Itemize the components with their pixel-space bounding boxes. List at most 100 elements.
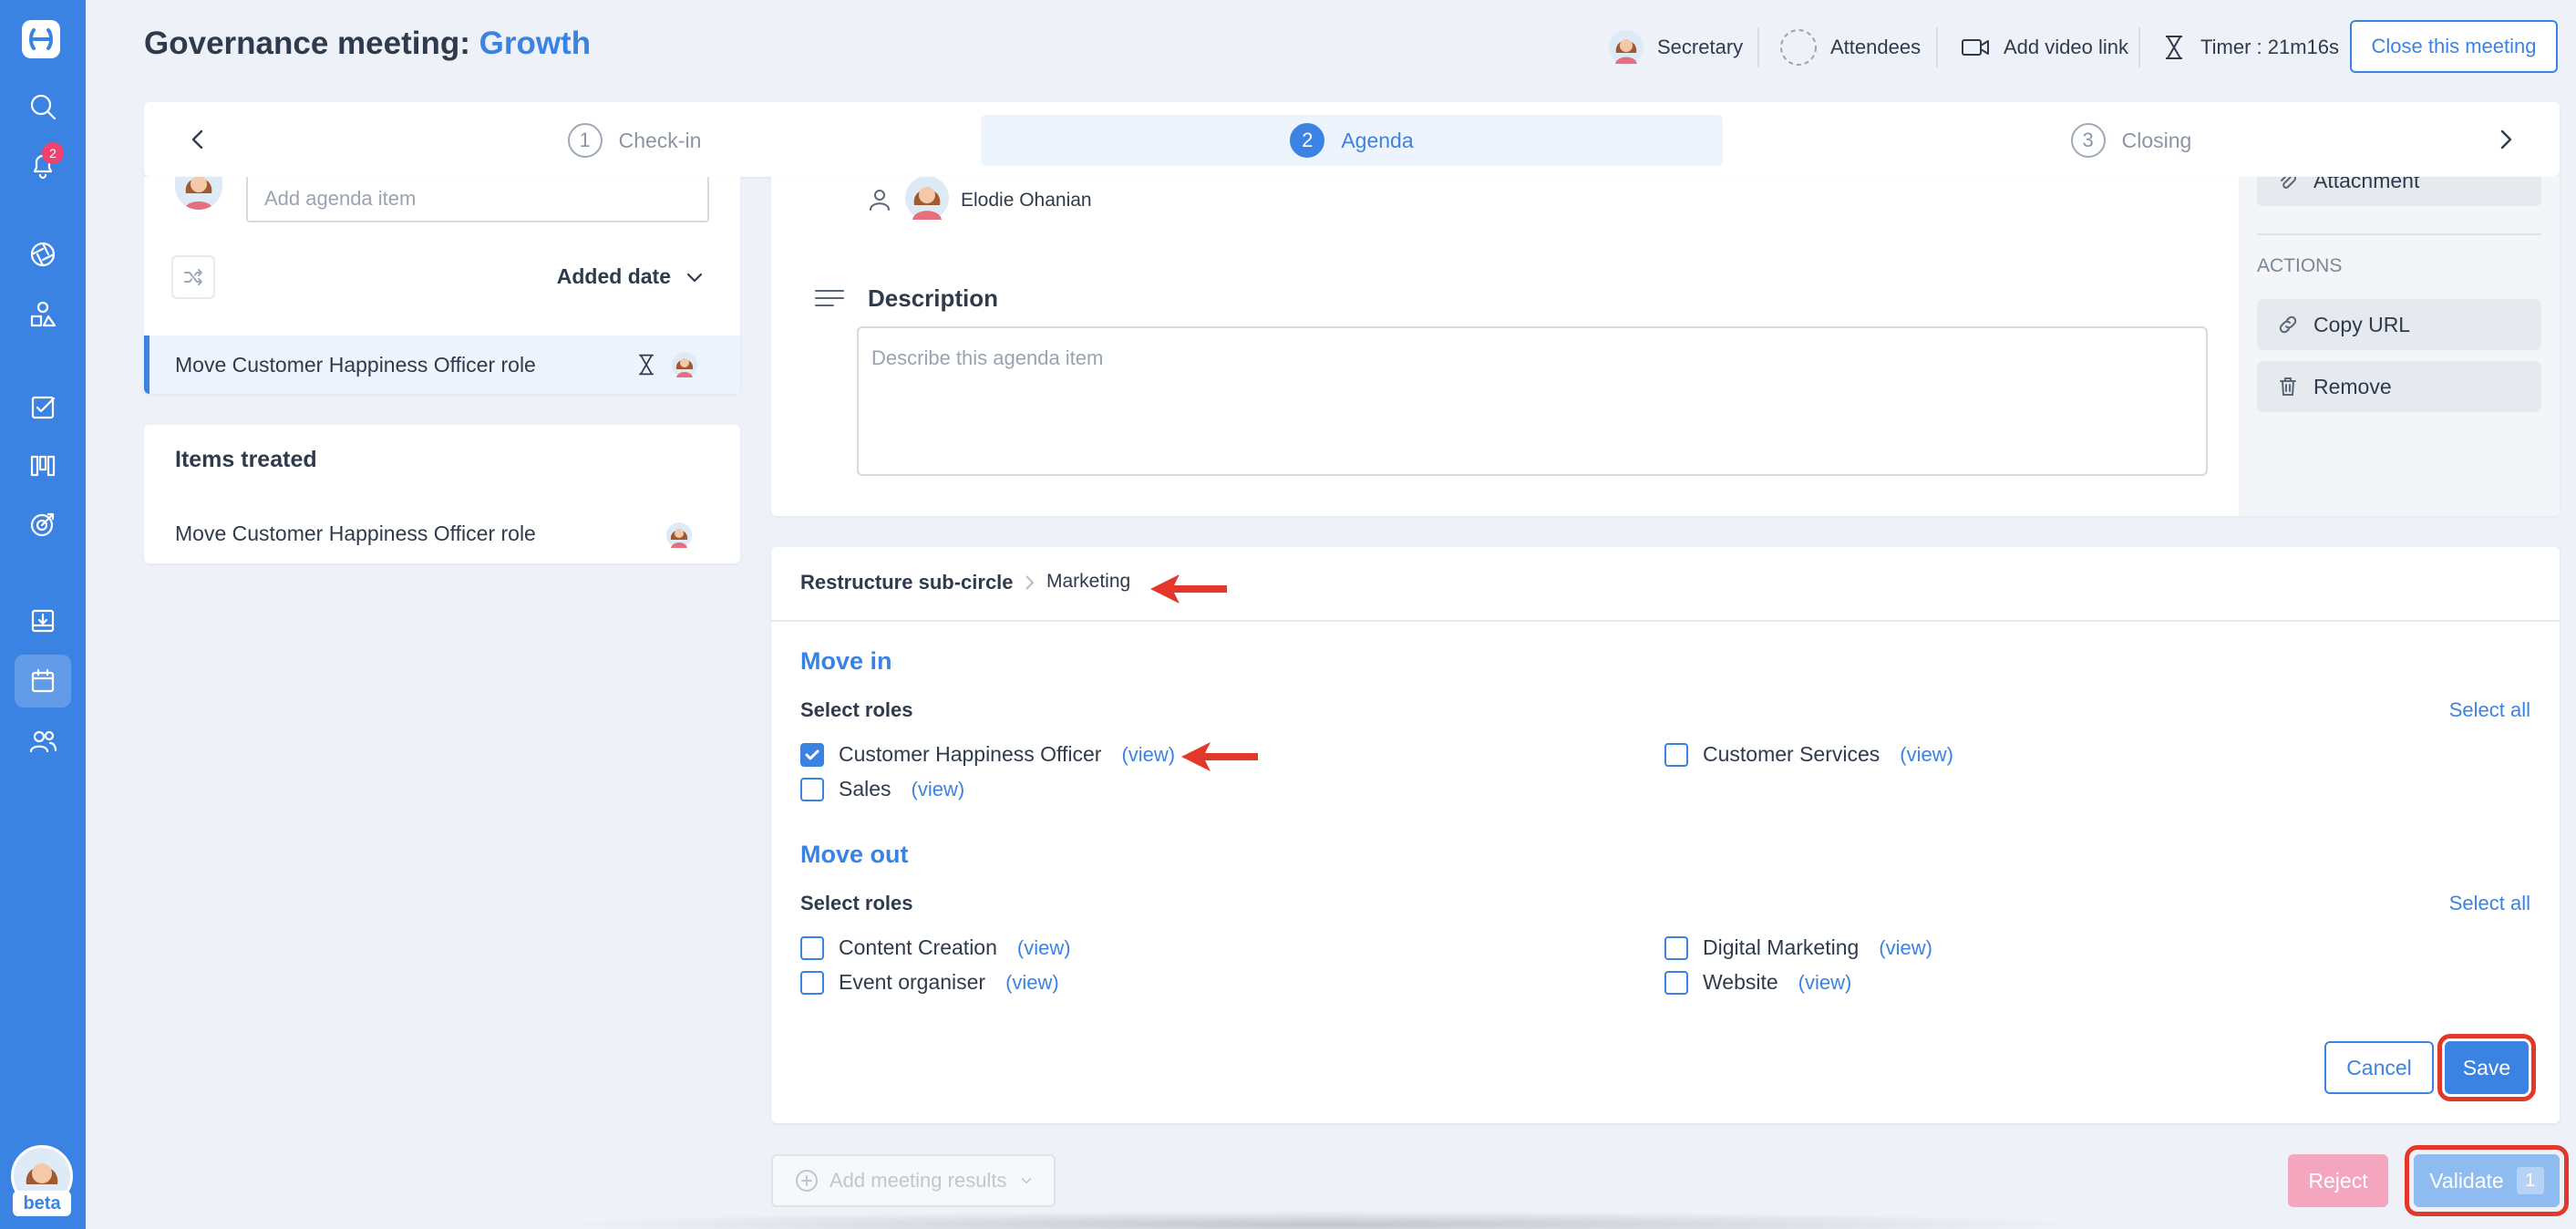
remove-label: Remove [2313,374,2392,398]
step-checkin[interactable]: 1 Check-in [525,115,744,166]
page-title: Governance meeting: Growth [144,26,591,62]
description-title: Description [868,284,999,312]
shuffle-button[interactable] [171,255,215,299]
description-textarea[interactable]: Describe this agenda item [857,326,2208,476]
attendees-label: Attendees [1830,36,1922,58]
role-option[interactable]: Customer Services (view) [1664,742,1953,767]
attendees-selector[interactable]: Attendees [1779,27,1921,67]
agenda-item-label: Move Customer Happiness Officer role [175,352,536,377]
annotation-arrow-icon [1147,571,1229,607]
role-checkbox[interactable] [800,935,824,960]
search-nav-button[interactable] [15,80,71,133]
role-option[interactable]: Website (view) [1664,970,1851,995]
step-agenda[interactable]: 2 Agenda [981,115,1723,166]
role-checkbox[interactable] [1664,970,1688,995]
description-lines-icon [813,284,846,316]
role-view-link[interactable]: (view) [1017,936,1071,960]
page-title-circle-link[interactable]: Growth [479,26,591,61]
header-divider [1757,27,1759,67]
link-icon [2279,315,2297,334]
role-view-link[interactable]: (view) [1005,971,1059,995]
copy-url-button[interactable]: Copy URL [2257,299,2541,350]
agenda-panel: Add agenda item Added date Move Customer… [144,177,740,394]
add-agenda-item-input[interactable]: Add agenda item [246,177,709,222]
role-view-link[interactable]: (view) [1900,743,1953,767]
role-option[interactable]: Digital Marketing (view) [1664,935,1932,960]
role-checkbox[interactable] [1664,935,1688,960]
sort-dropdown[interactable]: Added date [557,264,706,289]
stepper-next-button[interactable] [2487,120,2525,159]
chevron-left-icon [191,129,203,150]
actions-heading: ACTIONS [2257,255,2343,276]
notifications-nav-button[interactable]: 2 [15,139,71,191]
chevron-down-icon [1022,1177,1032,1184]
step-label: Closing [2121,128,2192,152]
inbox-nav-button[interactable] [15,594,71,647]
attachment-label: Attachment [2313,177,2420,192]
add-video-link-button[interactable]: Add video link [1960,27,2128,67]
role-view-link[interactable]: (view) [1798,971,1852,995]
role-checkbox[interactable] [800,970,824,995]
role-option[interactable]: Event organiser (view) [800,970,1059,995]
notification-badge: 2 [42,142,64,164]
step-number: 1 [567,123,603,158]
breadcrumb-parent[interactable]: Restructure sub-circle [800,571,1014,594]
step-number: 2 [1290,123,1325,158]
step-label: Check-in [618,128,702,152]
app-logo-icon[interactable] [20,18,62,60]
role-name: Customer Happiness Officer [839,742,1102,766]
owner-name[interactable]: Elodie Ohanian [961,190,1092,212]
agenda-item-row[interactable]: Move Customer Happiness Officer role [144,336,740,394]
role-name: Content Creation [839,935,997,959]
role-option[interactable]: Content Creation (view) [800,935,1071,960]
page-title-prefix: Governance meeting: [144,26,479,61]
circles-nav-button[interactable] [15,228,71,281]
role-view-link[interactable]: (view) [1121,743,1175,767]
secretary-selector[interactable]: Secretary [1608,27,1743,67]
add-video-link-label: Add video link [2004,36,2128,58]
video-camera-icon [1962,39,1989,56]
owner-person-icon [868,188,891,216]
goals-nav-button[interactable] [15,498,71,551]
members-nav-button[interactable] [15,715,71,768]
cancel-button[interactable]: Cancel [2324,1041,2434,1094]
items-treated-panel: Items treated Move Customer Happiness Of… [144,425,740,563]
role-checkbox[interactable] [800,777,824,801]
roles-nav-button[interactable] [15,288,71,341]
chevron-right-icon [2500,129,2512,150]
breadcrumb-child[interactable]: Marketing [1046,571,1130,593]
role-view-link[interactable]: (view) [912,778,965,801]
remove-button[interactable]: Remove [2257,361,2541,412]
meetings-nav-button[interactable] [15,655,71,707]
attachment-button[interactable]: Attachment [2257,177,2541,206]
role-option[interactable]: Sales (view) [800,777,964,801]
stepper-prev-button[interactable] [179,120,217,159]
tasks-nav-button[interactable] [15,381,71,434]
attendees-placeholder-icon [1780,29,1817,66]
add-meeting-results-label: Add meeting results [829,1169,1007,1192]
add-meeting-results-button[interactable]: Add meeting results [771,1154,1056,1207]
sidebar-divider [2257,233,2541,235]
role-checkbox[interactable] [1664,742,1688,767]
treated-item-label[interactable]: Move Customer Happiness Officer role [175,522,536,546]
copy-url-label: Copy URL [2313,312,2411,336]
restructure-header: Restructure sub-circle Marketing [771,547,2560,622]
save-button[interactable]: Save [2445,1041,2529,1094]
move-in-select-all-link[interactable]: Select all [2449,698,2530,722]
role-name: Sales [839,777,891,800]
role-option[interactable]: Customer Happiness Officer (view) [800,742,1175,767]
move-out-select-all-link[interactable]: Select all [2449,892,2530,915]
breadcrumb-chevron-icon [1019,573,1039,593]
reject-button[interactable]: Reject [2288,1154,2388,1207]
checkbox-icon [31,396,56,419]
role-checkbox[interactable] [800,742,824,767]
validate-button[interactable]: Validate 1 [2414,1154,2560,1207]
agenda-item-detail: Elodie Ohanian Description Describe this… [771,177,2560,516]
role-view-link[interactable]: (view) [1879,936,1932,960]
boards-nav-button[interactable] [15,439,71,492]
meeting-timer[interactable]: Timer : 21m16s [2160,27,2339,67]
agenda-item-avatar [672,352,697,377]
step-number: 3 [2070,123,2106,158]
step-closing[interactable]: 3 Closing [2022,115,2241,166]
close-meeting-button[interactable]: Close this meeting [2350,20,2558,73]
